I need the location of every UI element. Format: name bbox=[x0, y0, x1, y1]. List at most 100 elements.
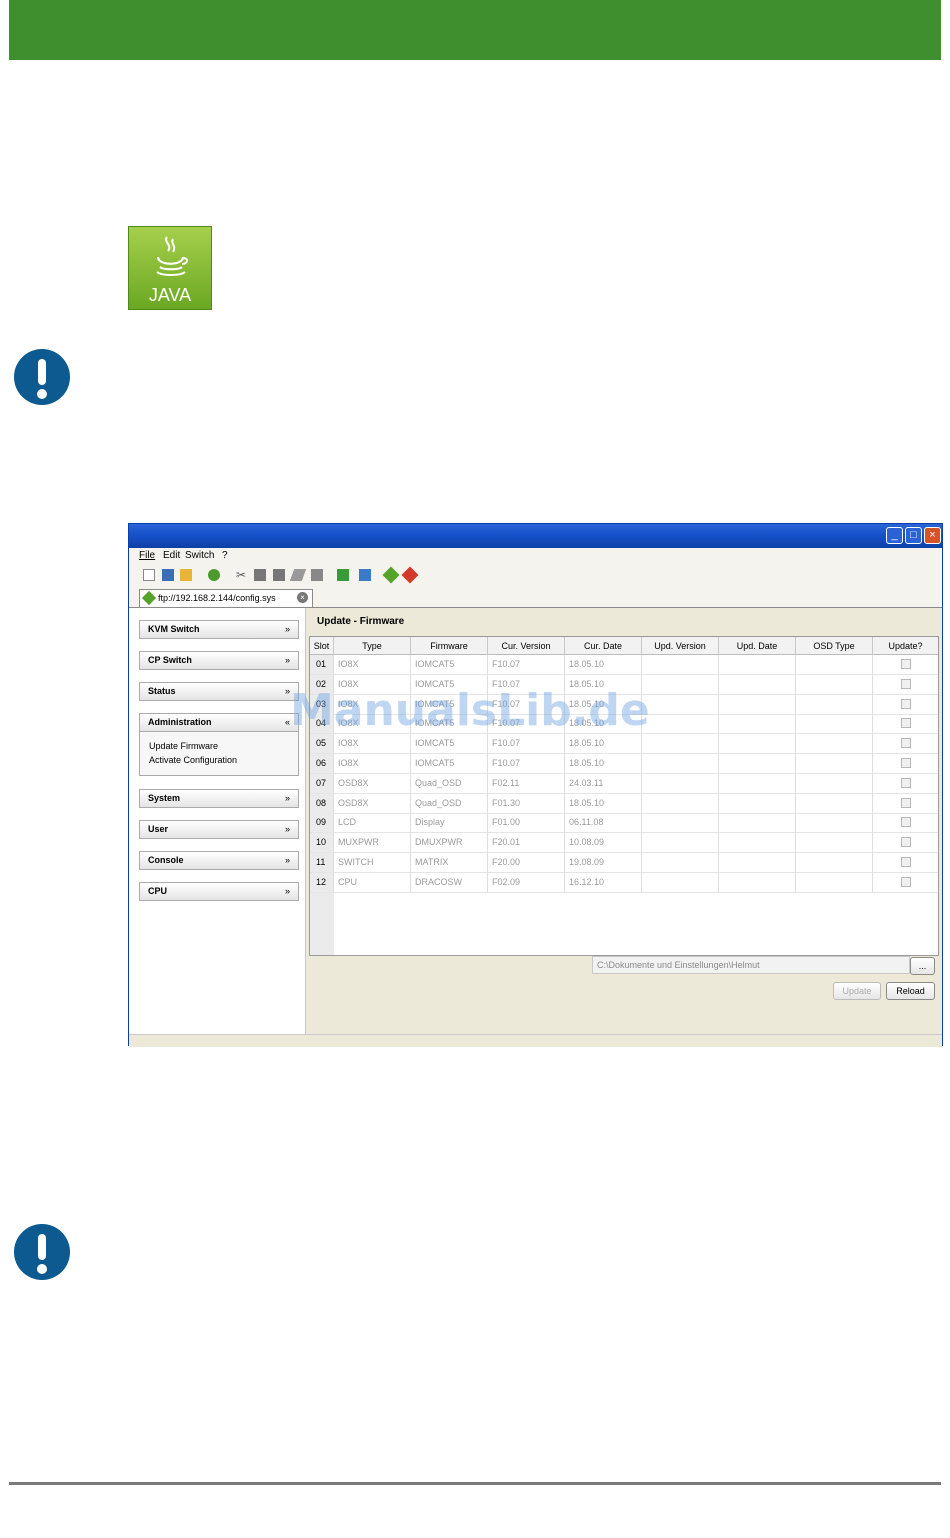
table-cell bbox=[796, 694, 873, 715]
update-checkbox[interactable] bbox=[901, 876, 911, 887]
sidebar-user[interactable]: User » bbox=[139, 820, 299, 839]
menu-help[interactable]: ? bbox=[222, 550, 228, 561]
column-header[interactable]: Type bbox=[334, 637, 411, 655]
update-checkbox[interactable] bbox=[901, 738, 911, 749]
menu-file[interactable]: File bbox=[139, 550, 155, 561]
sidebar-status[interactable]: Status» bbox=[139, 682, 299, 701]
close-tab-icon[interactable]: × bbox=[297, 592, 308, 603]
table-cell bbox=[719, 674, 796, 695]
plug-icon bbox=[141, 590, 157, 606]
upload-icon[interactable] bbox=[359, 569, 371, 581]
open-folder-icon[interactable] bbox=[180, 569, 192, 581]
update-checkbox[interactable] bbox=[901, 758, 911, 768]
browse-button[interactable]: ... bbox=[910, 957, 935, 975]
table-cell: 16.12.10 bbox=[565, 872, 642, 893]
paste-icon[interactable] bbox=[273, 569, 285, 581]
table-cell bbox=[873, 734, 938, 755]
download-icon[interactable] bbox=[337, 569, 349, 581]
path-field[interactable]: C:\Dokumente und Einstellungen\Helmut bbox=[592, 956, 910, 974]
exclamation-icon bbox=[14, 349, 70, 405]
table-cell bbox=[642, 773, 719, 794]
connect-icon[interactable] bbox=[208, 569, 220, 581]
table-cell: Quad_OSD bbox=[411, 793, 488, 814]
column-header[interactable]: OSD Type bbox=[796, 637, 873, 655]
page-title: Update - Firmware bbox=[317, 616, 405, 627]
new-icon[interactable] bbox=[143, 569, 155, 581]
column-header[interactable]: Cur. Version bbox=[488, 637, 565, 655]
table-cell bbox=[796, 714, 873, 735]
update-checkbox[interactable] bbox=[901, 837, 911, 848]
plug-connect-icon[interactable] bbox=[382, 566, 400, 584]
table-cell bbox=[873, 873, 938, 893]
update-button[interactable]: Update bbox=[833, 982, 881, 1000]
save-icon[interactable] bbox=[162, 569, 174, 581]
tab-config[interactable]: ftp://192.168.2.144/config.sys × bbox=[139, 589, 313, 607]
watermark: ManualsLib.de bbox=[290, 685, 650, 736]
update-checkbox[interactable] bbox=[901, 817, 911, 828]
slot-cell: 07 bbox=[310, 773, 334, 794]
content-area: KVM Switch» CP Switch» Status» Administr… bbox=[129, 607, 942, 1035]
column-header[interactable]: Slot bbox=[310, 637, 334, 655]
sidebar-cpu[interactable]: CPU » bbox=[139, 882, 299, 901]
table-cell bbox=[642, 813, 719, 834]
table-cell bbox=[796, 872, 873, 893]
column-header[interactable]: Upd. Date bbox=[719, 637, 796, 655]
table-cell bbox=[719, 694, 796, 715]
table-cell bbox=[796, 833, 873, 854]
table-cell bbox=[796, 773, 873, 794]
java-logo: JAVA bbox=[128, 226, 212, 310]
sidebar-item-label: KVM Switch bbox=[148, 624, 200, 634]
firmware-table: Slot Type Firmware Cur. Version Cur. Date Upd… bbox=[309, 636, 939, 956]
sidebar-administration[interactable]: Administration « bbox=[139, 713, 299, 732]
chevron-down-icon: » bbox=[284, 824, 290, 834]
cut-icon[interactable]: ✂ bbox=[236, 569, 248, 581]
sidebar-system[interactable]: System » bbox=[139, 789, 299, 808]
plug-disconnect-icon[interactable] bbox=[401, 566, 419, 584]
table-cell: IO8X bbox=[334, 734, 411, 755]
table-cell bbox=[796, 793, 873, 814]
column-header[interactable]: Cur. Date bbox=[565, 637, 642, 655]
table-cell bbox=[796, 813, 873, 834]
slot-cell: 08 bbox=[310, 793, 334, 814]
table-cell: 06.11.08 bbox=[565, 813, 642, 834]
activate-configuration-link[interactable]: Activate Configuration bbox=[149, 755, 237, 765]
column-header[interactable]: Update? bbox=[873, 637, 938, 655]
sidebar-item-label: Administration bbox=[148, 717, 212, 727]
maximize-button[interactable]: □ bbox=[905, 527, 922, 544]
table-cell bbox=[719, 793, 796, 814]
table-cell bbox=[719, 833, 796, 854]
update-checkbox[interactable] bbox=[901, 718, 911, 729]
menu-switch[interactable]: Switch bbox=[185, 550, 214, 561]
administration-panel: Update Firmware Activate Configuration bbox=[139, 732, 299, 776]
minimize-button[interactable]: _ bbox=[886, 527, 903, 544]
sidebar-kvm-switch[interactable]: KVM Switch » bbox=[139, 620, 299, 639]
close-button[interactable]: × bbox=[924, 527, 941, 544]
copy-icon[interactable] bbox=[254, 569, 266, 581]
sidebar-cp-switch[interactable]: CP Switch » bbox=[139, 651, 299, 670]
table-cell bbox=[873, 655, 938, 675]
update-checkbox[interactable] bbox=[901, 659, 911, 669]
table-cell bbox=[719, 655, 796, 675]
delete-icon[interactable] bbox=[311, 569, 323, 581]
table-cell: F01.00 bbox=[488, 813, 565, 834]
table-cell: F02.11 bbox=[488, 773, 565, 794]
table-cell: 18.05.10 bbox=[565, 655, 642, 675]
column-header[interactable]: Firmware bbox=[411, 637, 488, 655]
sidebar-console[interactable]: Console » bbox=[139, 851, 299, 870]
edit-icon[interactable] bbox=[289, 569, 307, 581]
update-checkbox[interactable] bbox=[901, 797, 911, 808]
reload-button[interactable]: Reload bbox=[886, 982, 935, 1000]
table-cell bbox=[719, 813, 796, 834]
table-cell: F20.00 bbox=[488, 853, 565, 873]
update-checkbox[interactable] bbox=[901, 857, 911, 867]
update-checkbox[interactable] bbox=[901, 678, 911, 689]
menu-edit[interactable]: Edit bbox=[163, 550, 180, 561]
chevron-down-icon: » bbox=[284, 886, 290, 896]
update-checkbox[interactable] bbox=[901, 698, 911, 709]
table-cell: CPU bbox=[334, 872, 411, 893]
update-checkbox[interactable] bbox=[901, 777, 911, 788]
java-logo-text: JAVA bbox=[148, 285, 192, 305]
update-firmware-link[interactable]: Update Firmware bbox=[149, 741, 218, 751]
table-cell: F01.30 bbox=[488, 793, 565, 814]
column-header[interactable]: Upd. Version bbox=[642, 637, 719, 655]
